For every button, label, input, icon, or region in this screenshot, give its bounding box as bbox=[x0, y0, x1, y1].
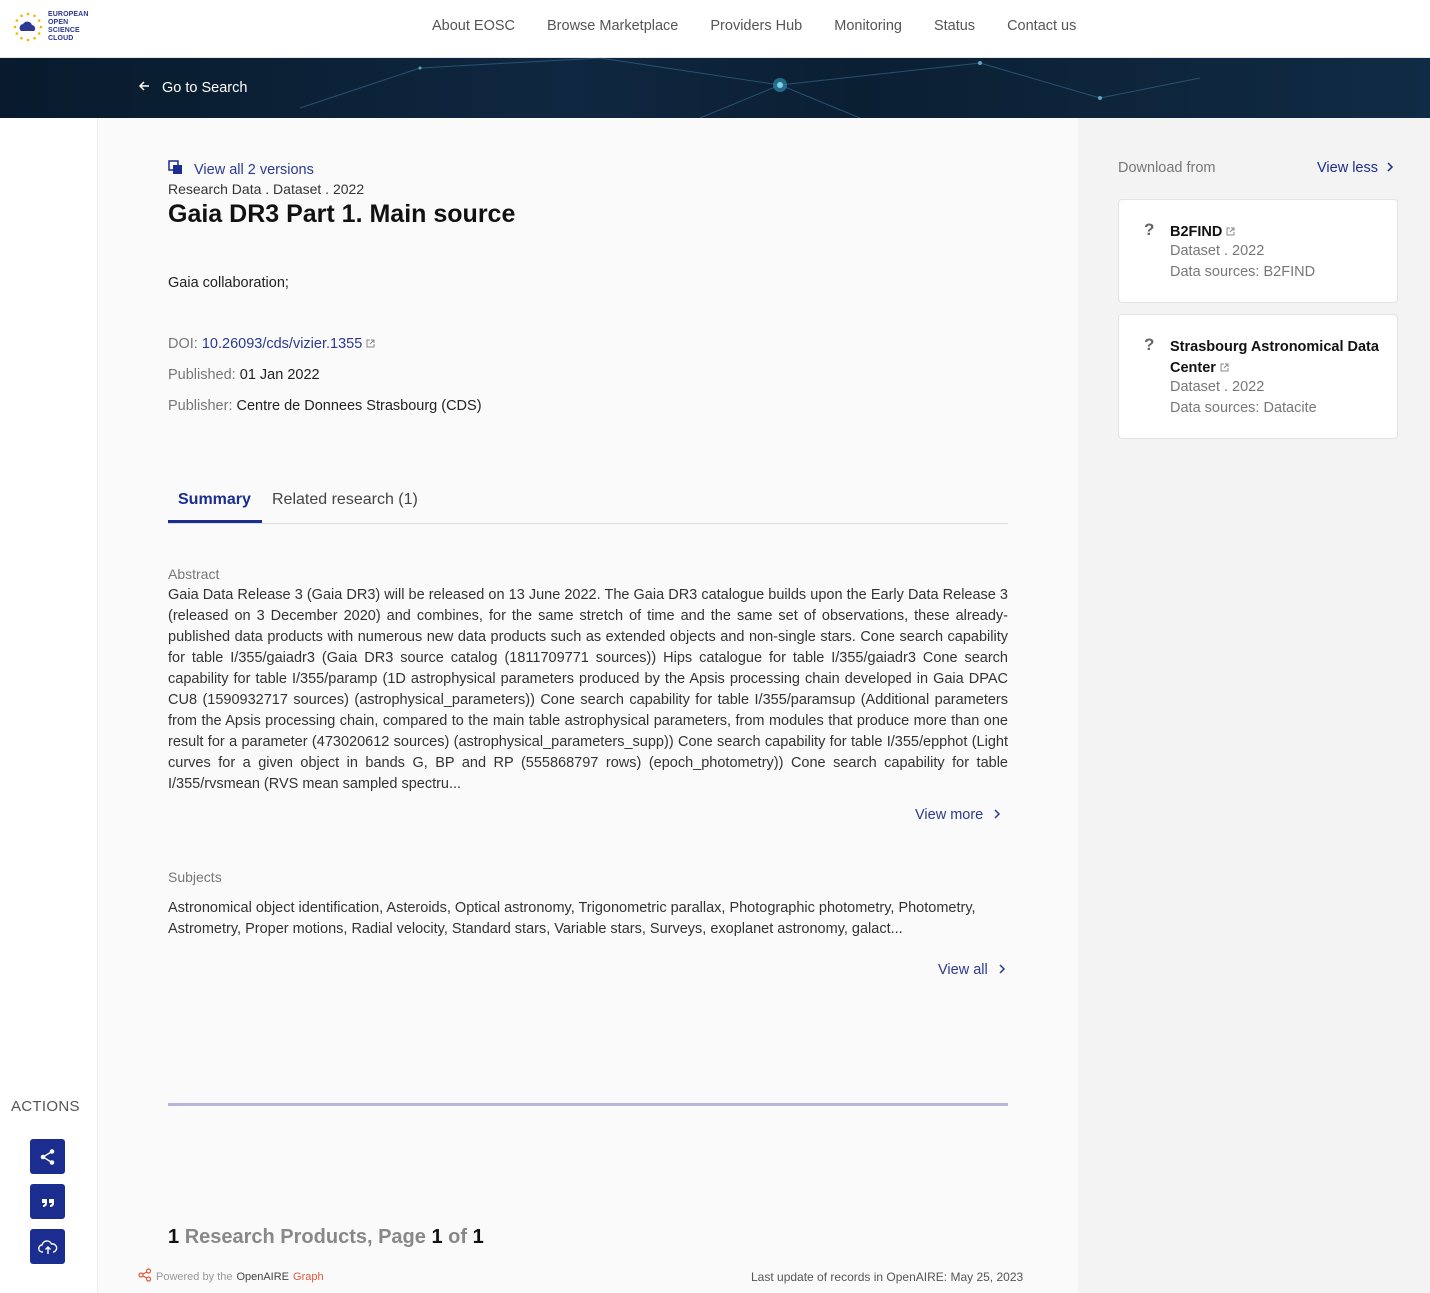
abstract-label: Abstract bbox=[168, 566, 220, 582]
view-all-label: View all bbox=[938, 962, 988, 978]
publisher-field: Publisher: Centre de Donnees Strasbourg … bbox=[168, 398, 482, 414]
published-field: Published: 01 Jan 2022 bbox=[168, 367, 320, 383]
page-title: Gaia DR3 Part 1. Main source bbox=[168, 200, 516, 228]
record-tabs: Summary Related research (1) bbox=[168, 488, 1008, 524]
logo-text: EUROPEAN OPEN SCIENCE CLOUD bbox=[48, 11, 102, 43]
subjects-label: Subjects bbox=[168, 869, 222, 885]
doi-field: DOI: 10.26093/cds/vizier.1355 bbox=[168, 336, 375, 352]
header-banner: Go to Search bbox=[0, 58, 1430, 118]
view-less-label: View less bbox=[1317, 160, 1378, 176]
download-source-name[interactable]: Strasbourg Astronomical Data Center bbox=[1170, 337, 1380, 379]
view-all-subjects-link[interactable]: View all bbox=[938, 962, 1006, 978]
share-icon bbox=[40, 1148, 54, 1165]
download-card[interactable]: ? Strasbourg Astronomical Data Center Da… bbox=[1118, 314, 1398, 439]
main-content: View all 2 versions Research Data . Data… bbox=[98, 118, 1078, 1293]
versions-icon bbox=[168, 160, 184, 180]
quote-icon bbox=[41, 1198, 54, 1207]
top-navigation: EUROPEAN OPEN SCIENCE CLOUD About EOSC B… bbox=[0, 0, 1430, 58]
external-link-icon bbox=[1220, 358, 1229, 379]
publisher-label: Publisher: bbox=[168, 398, 233, 414]
source-type-line: Dataset . 2022 bbox=[1170, 379, 1265, 395]
logo-line-2: SCIENCE CLOUD bbox=[48, 27, 80, 42]
results-count: 1 bbox=[168, 1226, 180, 1248]
go-to-search-label: Go to Search bbox=[162, 80, 248, 96]
tab-summary[interactable]: Summary bbox=[178, 491, 251, 509]
doi-label: DOI: bbox=[168, 336, 198, 352]
results-summary: 1 Research Products, Page 1 of 1 bbox=[168, 1226, 484, 1249]
tab-related-research[interactable]: Related research (1) bbox=[272, 491, 418, 509]
eosc-logo-icon bbox=[12, 11, 44, 43]
source-type-line: Dataset . 2022 bbox=[1170, 243, 1265, 259]
view-more-link[interactable]: View more bbox=[915, 807, 1001, 823]
share-button[interactable] bbox=[30, 1139, 65, 1174]
record-type-line: Research Data . Dataset . 2022 bbox=[168, 181, 365, 197]
arrow-left-icon bbox=[138, 80, 150, 96]
published-label: Published: bbox=[168, 367, 236, 383]
subjects-text: Astronomical object identification, Aste… bbox=[168, 900, 976, 937]
authors[interactable]: Gaia collaboration; bbox=[168, 275, 289, 291]
source-data-sources: Data sources: B2FIND bbox=[1170, 264, 1316, 280]
results-of: of bbox=[448, 1226, 468, 1248]
doi-link[interactable]: 10.26093/cds/vizier.1355 bbox=[202, 336, 362, 352]
source-data-sources: Data sources: Datacite bbox=[1170, 400, 1317, 416]
nav-status[interactable]: Status bbox=[934, 18, 975, 34]
deposit-button[interactable] bbox=[30, 1229, 65, 1264]
external-link-icon bbox=[366, 336, 375, 352]
nav-providers-hub[interactable]: Providers Hub bbox=[710, 18, 802, 34]
nav-browse-marketplace[interactable]: Browse Marketplace bbox=[547, 18, 678, 34]
chevron-right-icon bbox=[998, 962, 1006, 978]
eosc-logo[interactable]: EUROPEAN OPEN SCIENCE CLOUD bbox=[12, 10, 102, 44]
view-less-link[interactable]: View less bbox=[1317, 160, 1394, 176]
abstract-text: Gaia Data Release 3 (Gaia DR3) will be r… bbox=[168, 587, 1008, 792]
powered-prefix: Powered by the bbox=[156, 1270, 233, 1283]
powered-by-openaire[interactable]: Powered by the OpenAIRE Graph bbox=[138, 1268, 324, 1285]
view-more-label: View more bbox=[915, 807, 984, 823]
chevron-right-icon bbox=[1386, 160, 1394, 176]
last-update-text: Last update of records in OpenAIRE: May … bbox=[751, 1270, 1024, 1284]
cloud-upload-icon bbox=[37, 1239, 57, 1254]
actions-sidebar: ACTIONS bbox=[0, 118, 98, 1293]
section-divider bbox=[168, 1103, 1008, 1106]
actions-title: ACTIONS bbox=[11, 1098, 80, 1115]
go-to-search-link[interactable]: Go to Search bbox=[138, 80, 247, 96]
nav-contact-us[interactable]: Contact us bbox=[1007, 18, 1076, 34]
versions-label: View all 2 versions bbox=[194, 162, 314, 178]
results-total-pages: 1 bbox=[472, 1226, 484, 1248]
external-link-icon bbox=[1226, 222, 1235, 243]
download-from-title: Download from bbox=[1118, 160, 1216, 176]
logo-line-1: EUROPEAN OPEN bbox=[48, 11, 89, 26]
published-value: 01 Jan 2022 bbox=[239, 367, 320, 383]
download-card[interactable]: ? B2FIND Dataset . 2022 Data sources: B2… bbox=[1118, 199, 1398, 303]
openaire-share-icon bbox=[138, 1268, 152, 1285]
main-nav: About EOSC Browse Marketplace Providers … bbox=[432, 18, 1076, 34]
unknown-access-icon: ? bbox=[1144, 335, 1155, 354]
active-tab-indicator bbox=[168, 520, 262, 523]
powered-brand: OpenAIRE bbox=[236, 1270, 290, 1283]
download-sidebar: Download from View less ? B2FIND Dataset… bbox=[1078, 118, 1430, 1293]
nav-about-eosc[interactable]: About EOSC bbox=[432, 18, 515, 34]
powered-graph: Graph bbox=[293, 1270, 324, 1283]
publisher-value: Centre de Donnees Strasbourg (CDS) bbox=[236, 398, 482, 414]
nav-monitoring[interactable]: Monitoring bbox=[834, 18, 902, 34]
source-name-text: Strasbourg Astronomical Data Center bbox=[1170, 339, 1379, 376]
source-name-text: B2FIND bbox=[1170, 224, 1223, 240]
results-page: 1 bbox=[431, 1226, 443, 1248]
view-all-versions-link[interactable]: View all 2 versions bbox=[168, 160, 314, 180]
cite-button[interactable] bbox=[30, 1184, 65, 1219]
download-source-name[interactable]: B2FIND bbox=[1170, 222, 1380, 243]
chevron-right-icon bbox=[993, 807, 1001, 823]
results-label: Research Products, Page bbox=[184, 1226, 426, 1248]
unknown-access-icon: ? bbox=[1144, 220, 1155, 239]
